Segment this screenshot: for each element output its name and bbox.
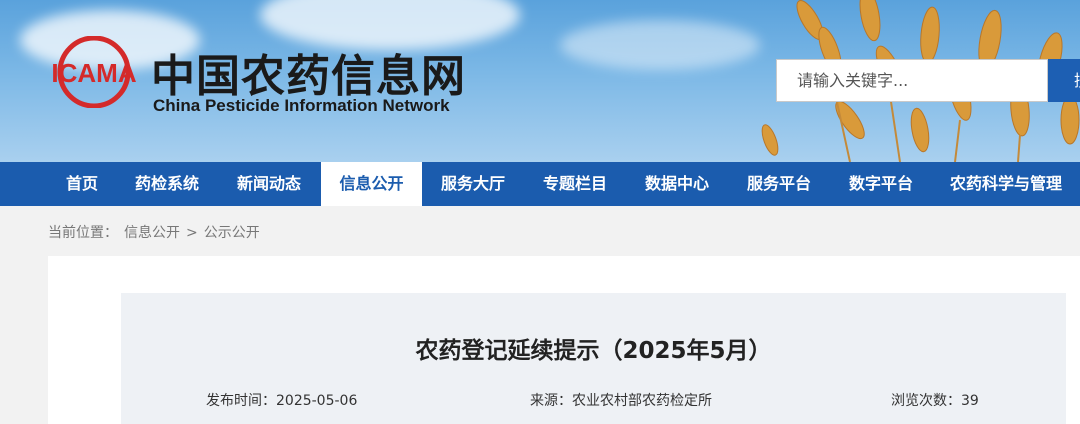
main-nav: 首页 药检系统 新闻动态 信息公开 服务大厅 专题栏目 数据中心 服务平台 数字… [0,162,1080,206]
nav-item-inspection-system[interactable]: 药检系统 [116,162,218,206]
breadcrumb-item[interactable]: 信息公开 [124,225,180,241]
breadcrumb-item[interactable]: 公示公开 [204,225,260,241]
site-name-chinese: 中国农药信息网 [151,51,466,102]
view-count: 浏览次数：39 [891,390,979,410]
view-count-value: 39 [961,393,979,409]
article-header: 农药登记延续提示（2025年5月） 发布时间：2025-05-06 来源：农业农… [121,293,1066,424]
publish-time: 发布时间：2025-05-06 [206,390,357,410]
nav-item-news[interactable]: 新闻动态 [218,162,320,206]
publish-time-label: 发布时间： [206,393,276,409]
cloud-decoration [560,20,760,70]
source-label: 来源： [530,393,572,409]
article-title: 农药登记延续提示（2025年5月） [415,338,772,364]
breadcrumb: 当前位置： 信息公开 > 公示公开 [48,222,266,242]
icama-logo: ICAMA [51,36,137,108]
breadcrumb-separator: > [186,225,198,241]
nav-item-data-center[interactable]: 数据中心 [626,162,728,206]
nav-item-info-disclosure[interactable]: 信息公开 [321,162,422,206]
article-source: 来源：农业农村部农药检定所 [530,390,712,410]
publish-time-value: 2025-05-06 [276,393,358,409]
site-name-english: China Pesticide Information Network [153,96,450,115]
search-input[interactable]: 请输入关键字... [776,59,1048,102]
nav-item-home[interactable]: 首页 [48,162,116,206]
nav-item-service-platform[interactable]: 服务平台 [728,162,830,206]
source-value: 农业农村部农药检定所 [572,393,712,409]
site-header: ICAMA 中国农药信息网 China Pesticide Informatio… [0,0,1080,162]
breadcrumb-prefix: 当前位置： [48,225,118,241]
nav-item-pesticide-science[interactable]: 农药科学与管理 [932,162,1080,206]
nav-item-digital-platform[interactable]: 数字平台 [830,162,932,206]
search-button[interactable]: 搜索 [1048,59,1080,102]
view-count-label: 浏览次数： [891,393,961,409]
logo-text: ICAMA [51,58,136,88]
nav-item-special-topics[interactable]: 专题栏目 [524,162,626,206]
nav-item-service-hall[interactable]: 服务大厅 [422,162,524,206]
